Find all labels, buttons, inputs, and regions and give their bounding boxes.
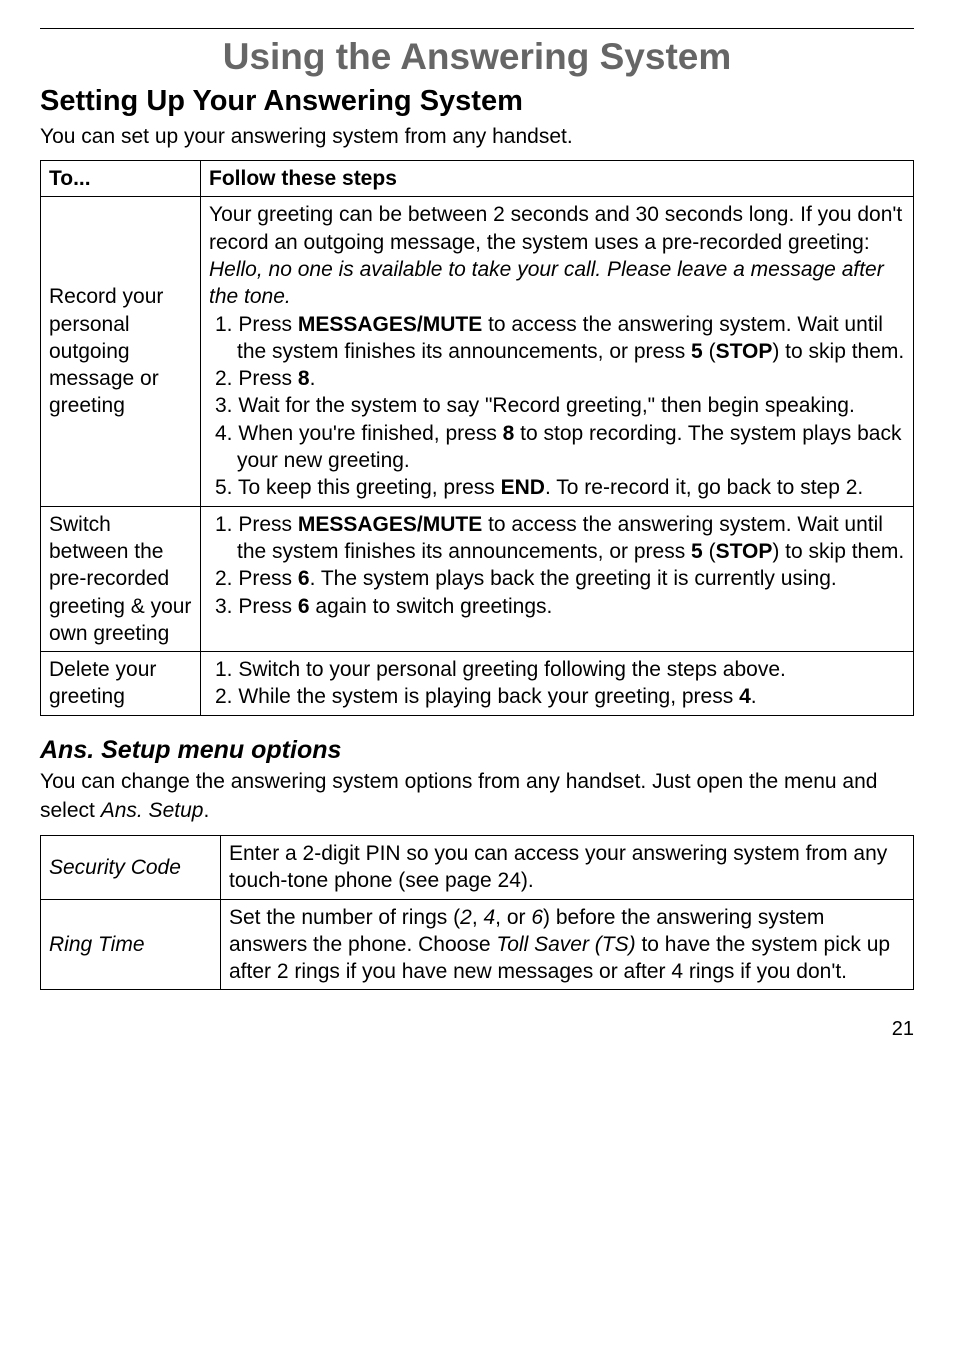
steps-list: 1. Press MESSAGES/MUTE to access the ans… (209, 311, 905, 502)
key-6: 6 (298, 567, 310, 590)
option-ring-time: Ring Time (41, 899, 221, 990)
table-row: Record your personal outgoing message or… (41, 197, 914, 506)
row-steps-switch: 1. Press MESSAGES/MUTE to access the ans… (201, 506, 914, 651)
t: 1. Press (215, 513, 298, 536)
t: 1. Press (215, 313, 298, 336)
t: ) to skip them. (772, 340, 904, 363)
key-4: 4 (739, 685, 751, 708)
t: . (751, 685, 757, 708)
section-heading: Setting Up Your Answering System (40, 83, 914, 121)
option-desc: Enter a 2-digit PIN so you can access yo… (221, 835, 914, 899)
t: . (203, 799, 209, 822)
option-desc: Set the number of rings (2, 4, or 6) bef… (221, 899, 914, 990)
t: again to switch greetings. (310, 595, 553, 618)
pre-italic: Hello, no one is available to take your … (209, 258, 884, 308)
step-item: 3. Press 6 again to switch greetings. (209, 593, 905, 620)
t: , (472, 906, 484, 929)
toll-saver: Toll Saver (TS) (496, 933, 635, 956)
option-security-code: Security Code (41, 835, 221, 899)
ans-setup-heading: Ans. Setup menu options (40, 734, 914, 767)
key-5: 5 (691, 340, 703, 363)
step-item: 2. Press 6. The system plays back the gr… (209, 565, 905, 592)
key-8: 8 (298, 367, 310, 390)
greeting-preamble: Your greeting can be between 2 seconds a… (209, 201, 905, 310)
row-steps-record: Your greeting can be between 2 seconds a… (201, 197, 914, 506)
ans-setup-intro: You can change the answering system opti… (40, 768, 914, 825)
step-item: 2. While the system is playing back your… (209, 683, 905, 710)
table-row: Delete your greeting 1. Switch to your p… (41, 652, 914, 716)
step-item: 1. Switch to your personal greeting foll… (209, 656, 905, 683)
header-steps: Follow these steps (201, 161, 914, 197)
t: 4. When you're finished, press (215, 422, 503, 445)
row-steps-delete: 1. Switch to your personal greeting foll… (201, 652, 914, 716)
options-table: Security Code Enter a 2-digit PIN so you… (40, 835, 914, 990)
t: 2. Press (215, 367, 298, 390)
stop-label: STOP (716, 340, 773, 363)
t: 3. Press (215, 595, 298, 618)
row-label-record: Record your personal outgoing message or… (41, 197, 201, 506)
t: . To re-record it, go back to step 2. (545, 476, 863, 499)
table-row: Switch between the pre-recorded greeting… (41, 506, 914, 651)
steps-list: 1. Switch to your personal greeting foll… (209, 656, 905, 711)
page-title: Using the Answering System (40, 33, 914, 81)
key-8: 8 (503, 422, 515, 445)
step-item: 2. Press 8. (209, 365, 905, 392)
stop-label: STOP (716, 540, 773, 563)
intro-text: You can set up your answering system fro… (40, 123, 914, 150)
top-rule (40, 28, 914, 29)
end-label: END (501, 476, 545, 499)
t: 5. To keep this greeting, press (215, 476, 501, 499)
steps-list: 1. Press MESSAGES/MUTE to access the ans… (209, 511, 905, 620)
messages-mute-label: MESSAGES/MUTE (298, 313, 482, 336)
table-row: Ring Time Set the number of rings (2, 4,… (41, 899, 914, 990)
t: ( (703, 340, 716, 363)
page-number: 21 (40, 1016, 914, 1042)
step-item: 5. To keep this greeting, press END. To … (209, 474, 905, 501)
t: ) to skip them. (772, 540, 904, 563)
t: 2. While the system is playing back your… (215, 685, 739, 708)
ring-2: 2 (460, 906, 472, 929)
table-row: Security Code Enter a 2-digit PIN so you… (41, 835, 914, 899)
step-item: 4. When you're finished, press 8 to stop… (209, 420, 905, 475)
setup-table: To... Follow these steps Record your per… (40, 160, 914, 716)
t: . (310, 367, 316, 390)
table-header-row: To... Follow these steps (41, 161, 914, 197)
ring-6: 6 (531, 906, 543, 929)
key-5: 5 (691, 540, 703, 563)
messages-mute-label: MESSAGES/MUTE (298, 513, 482, 536)
ring-4: 4 (483, 906, 495, 929)
step-item: 3. Wait for the system to say "Record gr… (209, 392, 905, 419)
step-item: 1. Press MESSAGES/MUTE to access the ans… (209, 511, 905, 566)
t: Set the number of rings ( (229, 906, 460, 929)
t: 2. Press (215, 567, 298, 590)
t: , or (495, 906, 531, 929)
step-item: 1. Press MESSAGES/MUTE to access the ans… (209, 311, 905, 366)
header-to: To... (41, 161, 201, 197)
key-6: 6 (298, 595, 310, 618)
t: . The system plays back the greeting it … (310, 567, 837, 590)
row-label-switch: Switch between the pre-recorded greeting… (41, 506, 201, 651)
t: ( (703, 540, 716, 563)
pre-text: Your greeting can be between 2 seconds a… (209, 203, 902, 253)
row-label-delete: Delete your greeting (41, 652, 201, 716)
ans-setup-menu-name: Ans. Setup (101, 799, 204, 822)
